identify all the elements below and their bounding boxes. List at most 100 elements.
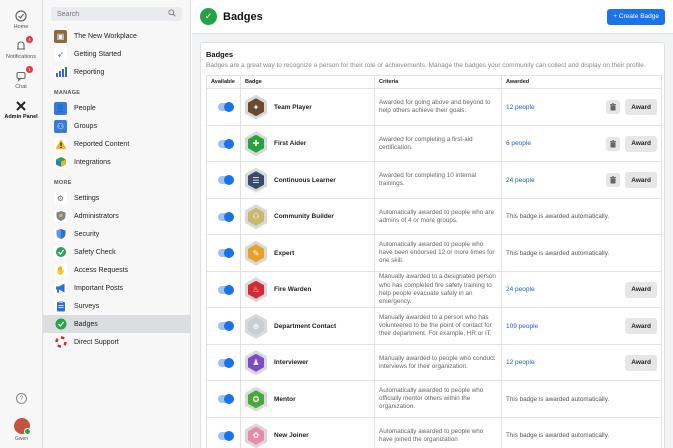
sidebar-item-settings[interactable]: ⚙ Settings [43,189,190,207]
sidebar-item-reporting[interactable]: Reporting [43,63,190,81]
badge-criteria: Awarded for going above and beyond to he… [379,99,491,115]
awarded-count-link[interactable]: 109 people [506,323,538,330]
awarded-auto-text: This badge is awarded automatically. [506,213,610,221]
available-toggle[interactable] [218,211,234,222]
badge-hex-icon: ✿ [245,423,267,448]
available-toggle[interactable] [218,102,234,113]
avatar[interactable] [13,418,31,435]
sidebar-item-people[interactable]: 👤 People [43,99,190,117]
delete-badge-button[interactable] [606,173,621,188]
criteria-cell: Automatically awarded to people who have… [374,234,502,272]
column-header-criteria: Criteria [374,75,502,90]
delete-badge-button[interactable] [606,100,621,115]
table-row: ✎ Expert Automatically awarded to people w… [206,234,662,272]
badge-criteria: Awarded for completing 10 internal train… [379,172,477,188]
sidebar-item-reported-content[interactable]: Reported Content [43,135,190,153]
available-cell [206,197,241,236]
badge-hex-icon: ✪ [245,386,267,412]
award-button[interactable]: Award [625,99,657,116]
rail-notifications[interactable]: 4 Notifications [0,36,42,60]
available-toggle[interactable] [218,430,234,441]
sidebar-item-label: Direct Support [74,338,119,346]
available-toggle[interactable] [218,321,234,332]
awarded-count-link[interactable]: 6 people [506,140,531,147]
awarded-cell: 6 people Award [501,124,662,163]
badge-name: Continuous Learner [274,176,336,184]
main-content: ✓ Badges + Create Badge Badges Badges ar… [192,0,673,448]
awarded-count-link[interactable]: 24 people [506,286,535,293]
create-badge-button[interactable]: + Create Badge [607,8,665,25]
available-toggle[interactable] [218,357,234,368]
badge-criteria: Automatically awarded to people who are … [379,208,495,224]
badge-criteria: Automatically awarded to people who offi… [379,386,484,411]
delete-badge-button[interactable] [606,136,621,151]
available-toggle[interactable] [218,175,234,186]
table-row: ⊕ Department Contact Manually awarded to a… [206,307,662,345]
sidebar-item-badges[interactable]: Badges [43,315,190,333]
sidebar-item-label: Important Posts [74,284,124,292]
sidebar-item-label: Reported Content [74,140,130,148]
sidebar-item-direct-support[interactable]: Direct Support [43,333,190,351]
sidebar-item-safety-check[interactable]: Safety Check [43,243,190,261]
sidebar-item-getting-started[interactable]: ➶ Getting Started [43,45,190,63]
trash-icon [610,176,617,184]
rail-home[interactable]: Home [0,9,42,30]
badge-name: Fire Warden [274,286,312,294]
available-toggle[interactable] [218,394,234,405]
award-button[interactable]: Award [625,135,657,152]
available-cell [206,343,241,382]
more-section-header: MORE [54,180,72,186]
sidebar-item-surveys[interactable]: Surveys [43,297,190,315]
sidebar-item-label: Getting Started [74,50,122,58]
sidebar-item-integrations[interactable]: Integrations [43,153,190,171]
awarded-cell: This badge is awarded automatically. [501,380,662,418]
badge-hex-icon: ⚇ [245,204,267,230]
sidebar-item-important-posts[interactable]: Important Posts [43,279,190,297]
awarded-count-link[interactable]: 12 people [506,104,535,111]
rail-chat-label: Chat [15,84,27,90]
sidebar-item-label: Safety Check [74,248,116,256]
help-icon[interactable]: ? [16,393,27,404]
search-input[interactable] [57,10,157,18]
table-row: ✦ Team Player Awarded for going above and … [206,88,662,126]
sidebar-item-security[interactable]: Security [43,225,190,243]
sidebar-item-label: The New Workplace [74,32,137,40]
badge-criteria: Awarded for completing a first-aid certi… [379,135,473,151]
sidebar-item-label: Settings [74,194,100,202]
award-button[interactable]: Award [625,172,657,189]
rail-home-label: Home [13,24,29,30]
sidebar-item-new-workplace[interactable]: ▣ The New Workplace [43,27,190,45]
admin-shield-icon [54,209,67,223]
badge-criteria: Manually awarded to a person who has vol… [379,313,492,338]
trash-icon [610,103,617,111]
bar-chart-icon [54,65,67,79]
awarded-count-link[interactable]: 24 people [506,177,535,184]
sidebar-item-administrators[interactable]: Administrators [43,207,190,225]
badge-criteria: Manually awarded to a designated person … [379,273,496,305]
search-box[interactable] [51,7,182,21]
column-header-badge: Badge [240,75,375,90]
sidebar-item-groups[interactable]: ⚇ Groups [43,117,190,135]
available-toggle[interactable] [218,138,234,149]
badges-table: Available Badge Criteria Awarded ✦ Team P… [206,75,662,448]
rail-admin-panel[interactable]: Admin Panel [0,99,42,120]
rail-chat[interactable]: 1 Chat [0,66,42,90]
awarded-count-link[interactable]: 12 people [506,359,535,366]
panel-title: Badges [206,50,234,59]
panel-description: Badges are a great way to recognize a pe… [206,62,646,69]
sidebar-item-label: Access Requests [74,266,129,274]
table-row: ♟ Interviewer Manually awarded to people w… [206,343,662,382]
awarded-cell: 24 people Award [501,270,662,309]
available-toggle[interactable] [218,248,234,259]
search-icon[interactable] [168,9,176,19]
available-toggle[interactable] [218,284,234,295]
award-button[interactable]: Award [625,318,657,335]
available-cell [206,270,241,309]
award-button[interactable]: Award [625,281,657,298]
criteria-cell: Automatically awarded to people who have… [374,416,502,448]
sidebar-item-access-requests[interactable]: ✋ Access Requests [43,261,190,279]
table-header-row: Available Badge Criteria Awarded [206,75,662,90]
award-button[interactable]: Award [625,354,657,371]
admin-icon [14,99,28,113]
briefcase-icon: ▣ [54,29,67,43]
